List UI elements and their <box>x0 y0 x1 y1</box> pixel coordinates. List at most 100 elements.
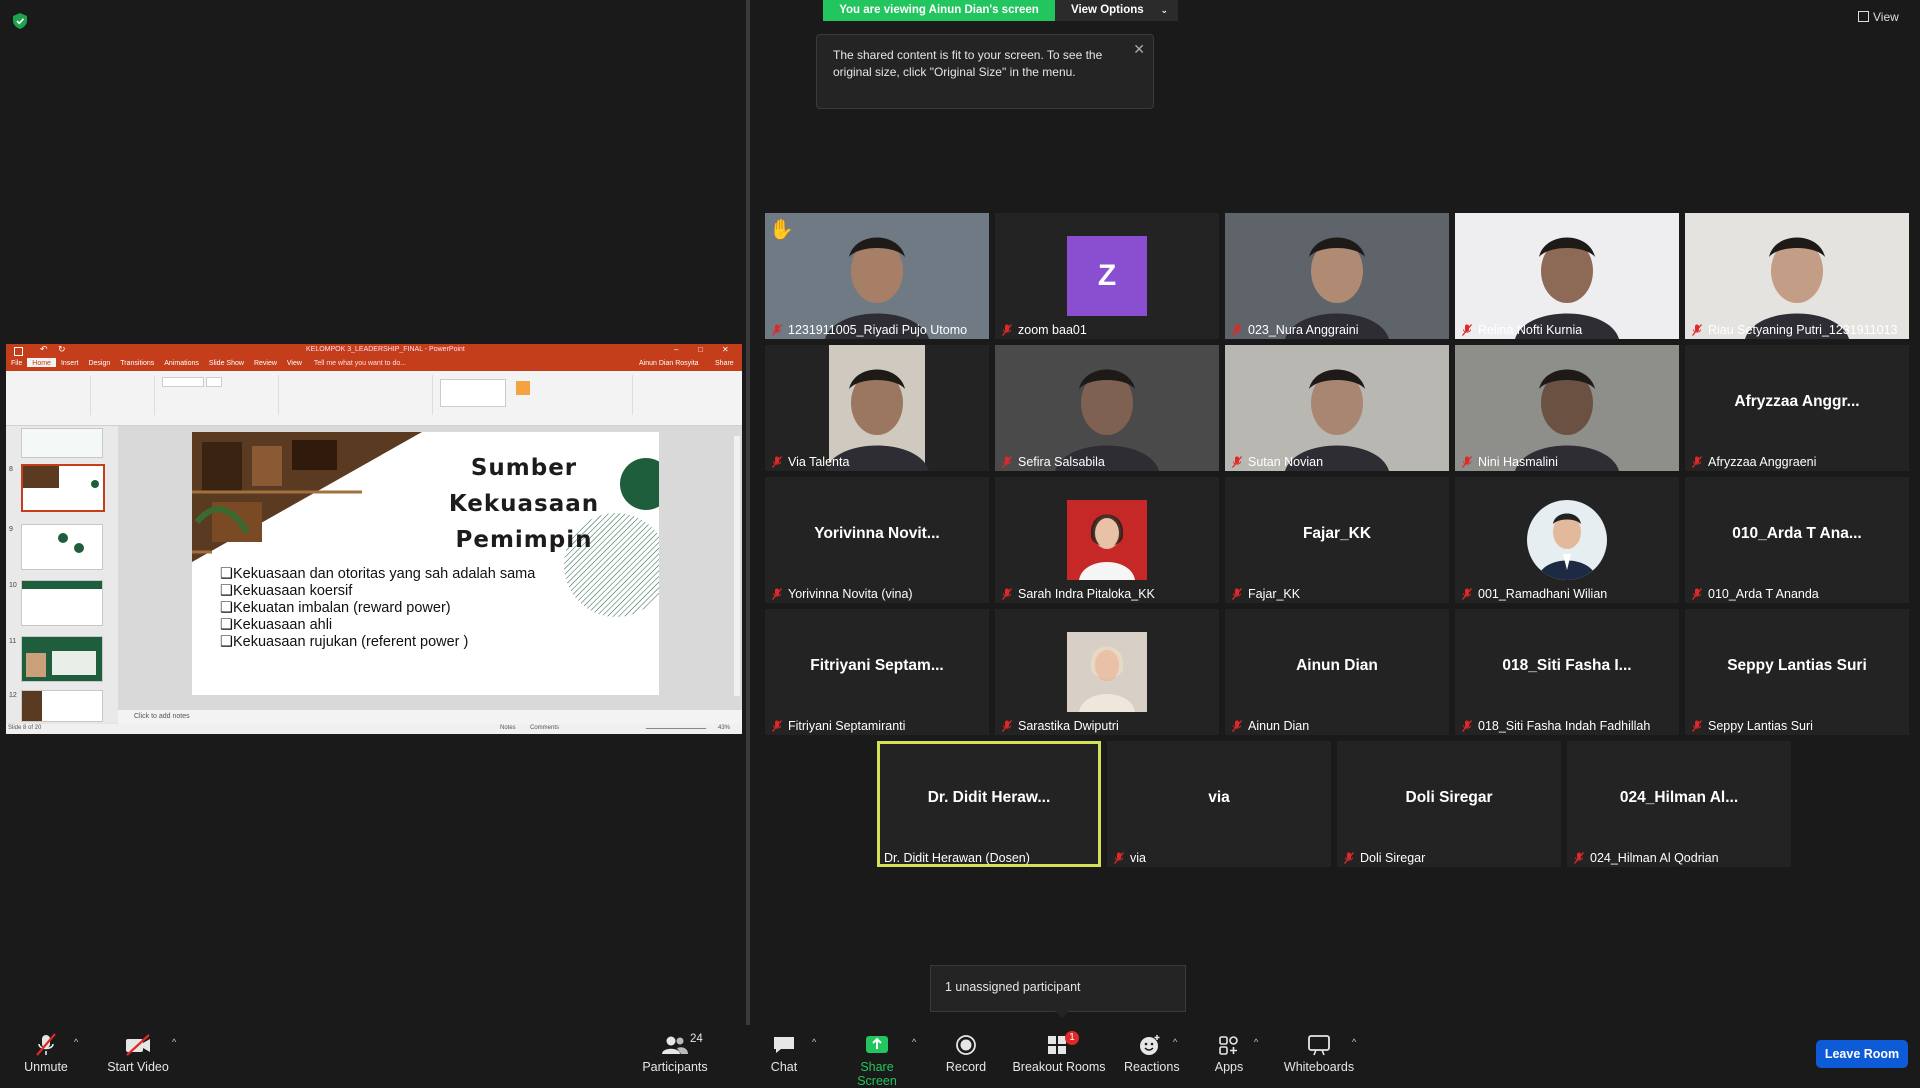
reactions-button[interactable]: Reactions <box>1124 1025 1180 1080</box>
participant-video-feed <box>1455 213 1679 339</box>
reactions-options-caret[interactable]: ^ <box>1173 1037 1177 1047</box>
participant-tile[interactable]: 001_Ramadhani Wilian <box>1455 477 1679 603</box>
notes-pane[interactable]: Click to add notes <box>118 710 742 724</box>
ppt-save-icon[interactable] <box>14 347 23 356</box>
ribbon-group-font[interactable] <box>158 375 279 415</box>
muted-mic-icon <box>1232 456 1242 468</box>
participant-tile[interactable]: Fajar_KK Fajar_KK <box>1225 477 1449 603</box>
participant-tile[interactable]: Seppy Lantias Suri Seppy Lantias Suri <box>1685 609 1909 735</box>
participant-tile[interactable]: Sutan Novian <box>1225 345 1449 471</box>
ppt-tell-me[interactable]: Tell me what you want to do... <box>309 358 411 367</box>
slide-bullet-list[interactable]: ❑Kekuasaan dan otoritas yang sah adalah … <box>220 566 535 651</box>
participant-video-feed <box>1455 345 1679 471</box>
slide-thumbnail-9[interactable] <box>21 524 103 570</box>
notes-toggle[interactable]: Notes <box>500 725 516 731</box>
encryption-shield-icon[interactable] <box>13 13 27 29</box>
slide-thumbnail-8[interactable] <box>21 464 105 512</box>
slide-thumbnail-10[interactable] <box>21 580 103 626</box>
unmute-button[interactable]: Unmute <box>18 1025 74 1080</box>
zoom-slider[interactable] <box>646 728 706 729</box>
chat-options-caret[interactable]: ^ <box>812 1037 816 1047</box>
ppt-tab-review[interactable]: Review <box>249 358 282 367</box>
breakout-rooms-button[interactable]: Breakout Rooms 1 <box>1012 1025 1106 1080</box>
ppt-tab-transitions[interactable]: Transitions <box>115 358 159 367</box>
audio-options-caret[interactable]: ^ <box>74 1037 78 1047</box>
ppt-share-button[interactable]: Share <box>710 358 739 367</box>
participant-tile[interactable]: Riau Setyaning Putri_1231911013 <box>1685 213 1909 339</box>
participant-name-label: Afryzzaa Anggraeni <box>1692 455 1816 469</box>
split-divider[interactable] <box>746 0 750 1025</box>
participant-tile[interactable]: via via <box>1107 741 1331 867</box>
zoom-level[interactable]: 43% <box>718 725 730 731</box>
participant-display-name: 018_Siti Fasha I... <box>1502 657 1632 674</box>
slide-thumbnail-12[interactable] <box>21 690 103 722</box>
participant-tile[interactable]: Yorivinna Novit... Yorivinna Novita (vina… <box>765 477 989 603</box>
apps-button[interactable]: Apps <box>1210 1025 1248 1080</box>
video-options-caret[interactable]: ^ <box>172 1037 176 1047</box>
ppt-redo-icon[interactable]: ↻ <box>58 344 66 355</box>
participant-tile[interactable]: Dr. Didit Heraw... Dr. Didit Herawan (Dos… <box>877 741 1101 867</box>
participant-tile[interactable]: Sarastika Dwiputri <box>995 609 1219 735</box>
participant-video-feed <box>1225 213 1449 339</box>
current-slide[interactable]: Sumber Kekuasaan Pemimpin ❑Kekuasaan dan… <box>192 432 659 695</box>
ppt-close-icon[interactable]: ✕ <box>722 345 729 354</box>
ppt-minimize-icon[interactable]: – <box>674 345 678 354</box>
ppt-tab-animations[interactable]: Animations <box>159 358 204 367</box>
ppt-status-bar: Slide 8 of 20 Notes Comments 43% <box>6 724 742 734</box>
participant-name-label: Fajar_KK <box>1232 587 1300 601</box>
ppt-tab-file[interactable]: File <box>6 358 27 367</box>
start-video-button[interactable]: Start Video <box>104 1025 172 1080</box>
bullet-item: ❑Kekuatan imbalan (reward power) <box>220 600 451 616</box>
participant-display-name: Seppy Lantias Suri <box>1727 657 1867 674</box>
share-screen-button[interactable]: Share Screen <box>840 1025 914 1088</box>
unassigned-participant-popover[interactable]: 1 unassigned participant <box>930 965 1186 1018</box>
view-button[interactable]: View <box>1858 10 1899 24</box>
chat-button[interactable]: Chat <box>762 1025 806 1080</box>
ribbon-group-editing[interactable] <box>636 375 696 415</box>
ppt-undo-icon[interactable]: ↶ <box>40 344 48 355</box>
slide-title[interactable]: Sumber Kekuasaan Pemimpin <box>414 450 634 558</box>
ribbon-group-paragraph[interactable] <box>282 375 433 415</box>
participant-tile[interactable]: Afryzzaa Anggr... Afryzzaa Anggraeni <box>1685 345 1909 471</box>
comments-toggle[interactable]: Comments <box>530 725 559 731</box>
ppt-ribbon-tabs: File Home Insert Design Transitions Animation… <box>6 358 742 371</box>
participant-tile[interactable]: 018_Siti Fasha I... 018_Siti Fasha Indah … <box>1455 609 1679 735</box>
participant-name-label: Nini Hasmalini <box>1462 455 1558 469</box>
ribbon-group-clipboard[interactable] <box>10 375 91 415</box>
share-options-caret[interactable]: ^ <box>912 1037 916 1047</box>
ppt-tab-slideshow[interactable]: Slide Show <box>204 358 249 367</box>
record-button[interactable]: Record <box>942 1025 990 1080</box>
view-options-button[interactable]: View Options ⌄ <box>1055 0 1178 21</box>
participant-tile[interactable]: Nini Hasmalini <box>1455 345 1679 471</box>
participant-tile[interactable]: Sefira Salsabila <box>995 345 1219 471</box>
slide-thumbnail-11[interactable] <box>21 636 103 682</box>
participant-tile[interactable]: Ainun Dian Ainun Dian <box>1225 609 1449 735</box>
participant-tile[interactable]: 010_Arda T Ana... 010_Arda T Ananda <box>1685 477 1909 603</box>
whiteboards-options-caret[interactable]: ^ <box>1352 1037 1356 1047</box>
ppt-tab-insert[interactable]: Insert <box>56 358 84 367</box>
ppt-tab-design[interactable]: Design <box>83 358 115 367</box>
ribbon-group-slides[interactable] <box>94 375 155 415</box>
apps-options-caret[interactable]: ^ <box>1254 1037 1258 1047</box>
canvas-scrollbar[interactable] <box>734 436 740 696</box>
participant-tile[interactable]: Sarah Indra Pitaloka_KK <box>995 477 1219 603</box>
participant-tile[interactable]: Fitriyani Septam... Fitriyani Septamirant… <box>765 609 989 735</box>
participant-tile[interactable]: Doli Siregar Doli Siregar <box>1337 741 1561 867</box>
participant-tile[interactable]: ✋ 1231911005_Riyadi Pujo Utomo <box>765 213 989 339</box>
close-icon[interactable]: ✕ <box>1133 41 1145 58</box>
leave-room-button[interactable]: Leave Room <box>1816 1040 1908 1068</box>
participant-tile[interactable]: Via Talenta <box>765 345 989 471</box>
ribbon-group-drawing[interactable] <box>436 375 633 415</box>
participant-tile[interactable]: Zzoom baa01 <box>995 213 1219 339</box>
ppt-tab-home[interactable]: Home <box>27 358 56 367</box>
participant-tile[interactable]: Relina Nofti Kurnia <box>1455 213 1679 339</box>
participant-tile[interactable]: 024_Hilman Al... 024_Hilman Al Qodrian <box>1567 741 1791 867</box>
ppt-maximize-icon[interactable]: □ <box>698 345 703 354</box>
ppt-tab-view[interactable]: View <box>282 358 307 367</box>
checkbox-bullet-icon: ❑ <box>220 617 233 633</box>
participant-tile[interactable]: 023_Nura Anggraini <box>1225 213 1449 339</box>
slide-thumbnail-7[interactable] <box>21 428 103 458</box>
participants-button[interactable]: Participants 24 <box>640 1025 710 1080</box>
whiteboards-button[interactable]: Whiteboards <box>1282 1025 1356 1080</box>
slide-counter: Slide 8 of 20 <box>8 725 42 731</box>
